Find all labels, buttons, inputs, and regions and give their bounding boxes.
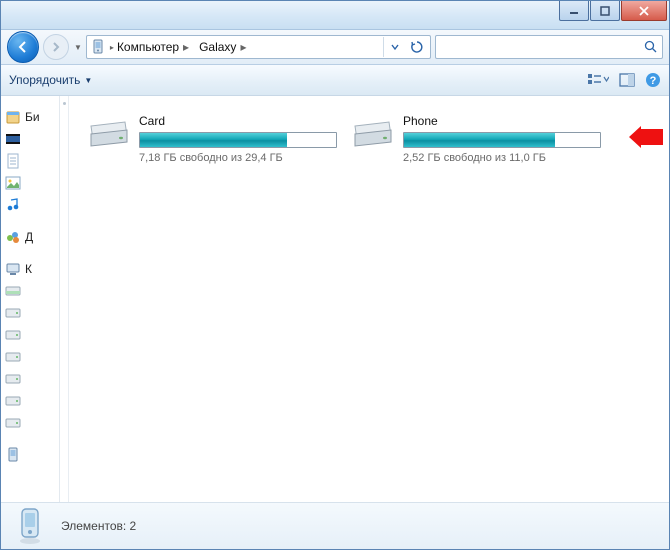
sidebar-label: К bbox=[25, 262, 32, 276]
drive-stat: 2,52 ГБ свободно из 11,0 ГБ bbox=[403, 152, 601, 164]
nav-history-dropdown[interactable]: ▼ bbox=[74, 43, 82, 52]
sidebar-item-disk[interactable] bbox=[1, 412, 59, 434]
minimize-button[interactable] bbox=[559, 1, 589, 21]
libraries-icon bbox=[5, 109, 21, 125]
disk-icon bbox=[5, 327, 21, 343]
sidebar-item-disk[interactable] bbox=[1, 368, 59, 390]
svg-text:?: ? bbox=[650, 75, 657, 87]
pane-splitter[interactable] bbox=[60, 96, 69, 502]
address-bar[interactable]: ▸ Компьютер ▸ Galaxy ▸ bbox=[86, 35, 431, 59]
sidebar-item-homegroup[interactable]: Д bbox=[1, 226, 59, 248]
breadcrumb-computer[interactable]: Компьютер ▸ bbox=[114, 39, 196, 55]
sidebar-item-disk[interactable] bbox=[1, 390, 59, 412]
sidebar-item-documents[interactable] bbox=[1, 150, 59, 172]
view-options-button[interactable] bbox=[587, 72, 609, 88]
drive-name: Card bbox=[139, 114, 337, 128]
navigation-pane[interactable]: Би Д bbox=[1, 96, 60, 502]
sidebar-item-libraries[interactable]: Би bbox=[1, 106, 59, 128]
drive-item-card[interactable]: Card 7,18 ГБ свободно из 29,4 ГБ bbox=[87, 114, 337, 164]
sidebar-item-disk[interactable] bbox=[1, 302, 59, 324]
sidebar-item-device[interactable] bbox=[1, 444, 59, 466]
drive-name: Phone bbox=[403, 114, 601, 128]
drive-icon bbox=[87, 114, 129, 150]
sidebar-item-videos[interactable] bbox=[1, 128, 59, 150]
drive-item-phone[interactable]: Phone 2,52 ГБ свободно из 11,0 ГБ bbox=[351, 114, 601, 164]
search-icon bbox=[644, 40, 658, 54]
chevron-right-icon: ▸ bbox=[183, 40, 189, 54]
status-bar: Элементов: 2 bbox=[1, 502, 669, 549]
device-large-icon bbox=[13, 507, 47, 545]
documents-icon bbox=[5, 153, 21, 169]
annotation-arrow bbox=[629, 126, 663, 151]
disk-icon bbox=[5, 415, 21, 431]
help-button[interactable]: ? bbox=[645, 72, 661, 88]
disk-icon bbox=[5, 393, 21, 409]
computer-icon bbox=[5, 261, 21, 277]
sidebar-label: Би bbox=[25, 110, 40, 124]
chevron-right-icon: ▸ bbox=[240, 40, 246, 54]
maximize-button[interactable] bbox=[590, 1, 620, 21]
explorer-window: ▼ ▸ Компьютер ▸ Galaxy ▸ bbox=[0, 0, 670, 550]
titlebar bbox=[1, 1, 669, 30]
nav-back-button[interactable] bbox=[7, 31, 39, 63]
chevron-down-icon: ▼ bbox=[84, 76, 92, 85]
sidebar-label: Д bbox=[25, 230, 33, 244]
organize-label: Упорядочить bbox=[9, 73, 80, 87]
status-text: Элементов: 2 bbox=[61, 519, 136, 533]
sidebar-item-disk[interactable] bbox=[1, 346, 59, 368]
homegroup-icon bbox=[5, 229, 21, 245]
drive-icon bbox=[351, 114, 393, 150]
sidebar-item-pictures[interactable] bbox=[1, 172, 59, 194]
breadcrumb-galaxy-label: Galaxy bbox=[199, 40, 236, 54]
breadcrumb-galaxy[interactable]: Galaxy ▸ bbox=[196, 39, 253, 55]
breadcrumb-computer-label: Компьютер bbox=[117, 40, 179, 54]
sidebar-item-computer[interactable]: К bbox=[1, 258, 59, 280]
disk-icon bbox=[5, 349, 21, 365]
videos-icon bbox=[5, 131, 21, 147]
navbar: ▼ ▸ Компьютер ▸ Galaxy ▸ bbox=[1, 30, 669, 65]
sidebar-item-music[interactable] bbox=[1, 194, 59, 216]
close-button[interactable] bbox=[621, 1, 667, 21]
preview-pane-button[interactable] bbox=[619, 73, 635, 87]
sidebar-item-disk[interactable] bbox=[1, 280, 59, 302]
disk-icon bbox=[5, 283, 21, 299]
content-pane[interactable]: Card 7,18 ГБ свободно из 29,4 ГБ Phone 2… bbox=[69, 96, 669, 502]
nav-forward-button[interactable] bbox=[43, 34, 69, 60]
refresh-button[interactable] bbox=[406, 37, 428, 57]
toolbar: Упорядочить ▼ ? bbox=[1, 65, 669, 96]
music-icon bbox=[5, 197, 21, 213]
address-dropdown-button[interactable] bbox=[384, 37, 406, 57]
sidebar-item-disk[interactable] bbox=[1, 324, 59, 346]
disk-icon bbox=[5, 371, 21, 387]
device-icon bbox=[89, 38, 107, 56]
drive-stat: 7,18 ГБ свободно из 29,4 ГБ bbox=[139, 152, 337, 164]
pictures-icon bbox=[5, 175, 21, 191]
search-input[interactable] bbox=[435, 35, 663, 59]
organize-menu[interactable]: Упорядочить ▼ bbox=[9, 73, 92, 87]
usage-bar bbox=[139, 132, 337, 148]
body: Би Д bbox=[1, 96, 669, 502]
disk-icon bbox=[5, 305, 21, 321]
device-icon bbox=[5, 447, 21, 463]
usage-bar bbox=[403, 132, 601, 148]
